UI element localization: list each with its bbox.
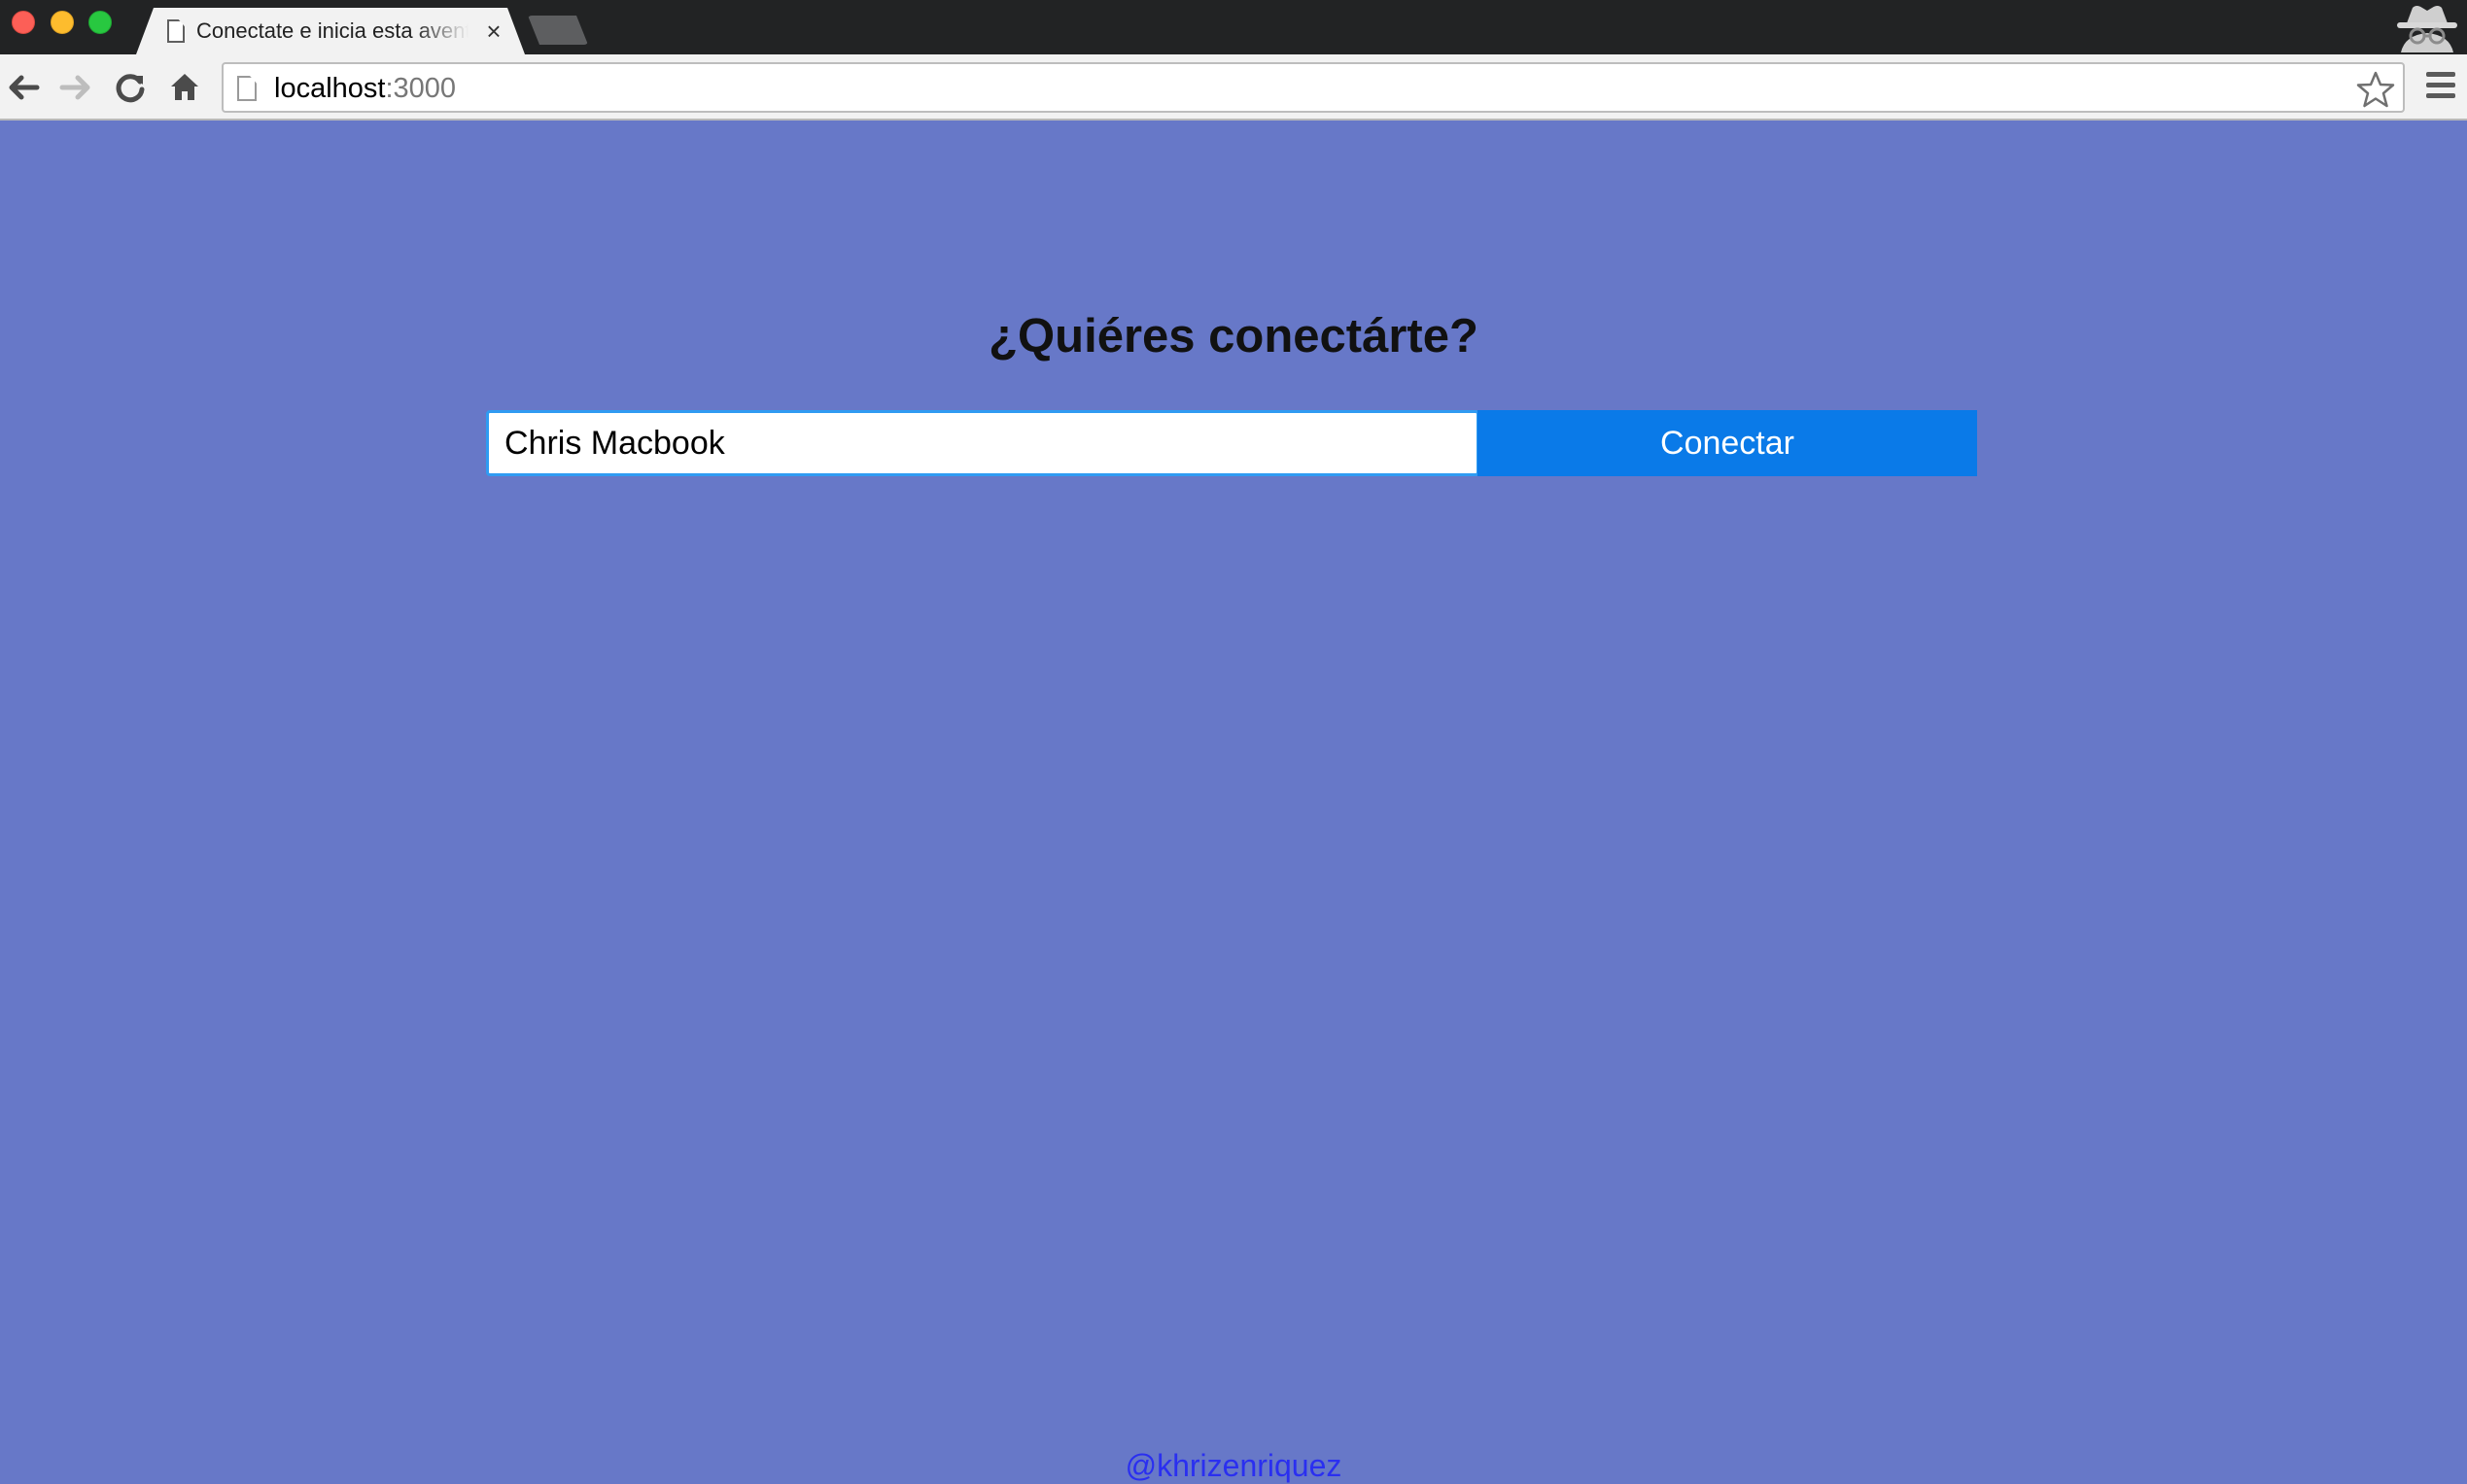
- incognito-icon: [2393, 2, 2461, 52]
- browser-tab-active[interactable]: Conectate e inicia esta aventura ×: [136, 8, 525, 54]
- author-link[interactable]: @khrizenriquez: [0, 1448, 2467, 1484]
- home-icon[interactable]: [165, 68, 204, 107]
- page-title: ¿Quiéres conectárte?: [989, 310, 1478, 362]
- minimize-window-button[interactable]: [51, 11, 74, 34]
- page-icon: [167, 19, 185, 43]
- star-icon[interactable]: [2356, 70, 2395, 109]
- address-bar[interactable]: localhost:3000: [222, 62, 2405, 113]
- tab-close-icon[interactable]: ×: [480, 17, 507, 45]
- connect-button[interactable]: Conectar: [1477, 410, 1977, 476]
- forward-arrow-icon[interactable]: [56, 68, 95, 107]
- close-window-button[interactable]: [12, 11, 35, 34]
- new-tab-button[interactable]: [528, 16, 588, 45]
- address-host: localhost: [274, 73, 386, 104]
- menu-icon[interactable]: [2424, 72, 2457, 105]
- tab-title: Conectate e inicia esta aventura: [196, 18, 469, 43]
- maximize-window-button[interactable]: [88, 11, 112, 34]
- back-arrow-icon[interactable]: [4, 68, 43, 107]
- address-port: :3000: [385, 73, 457, 104]
- browser-toolbar: localhost:3000: [0, 54, 2467, 121]
- connect-form: Conectar: [486, 410, 1977, 476]
- name-input[interactable]: [486, 410, 1479, 476]
- browser-title-bar: Conectate e inicia esta aventura ×: [0, 0, 2467, 54]
- page-icon: [237, 76, 257, 101]
- address-url[interactable]: localhost:3000: [274, 74, 456, 103]
- reload-icon[interactable]: [111, 68, 150, 107]
